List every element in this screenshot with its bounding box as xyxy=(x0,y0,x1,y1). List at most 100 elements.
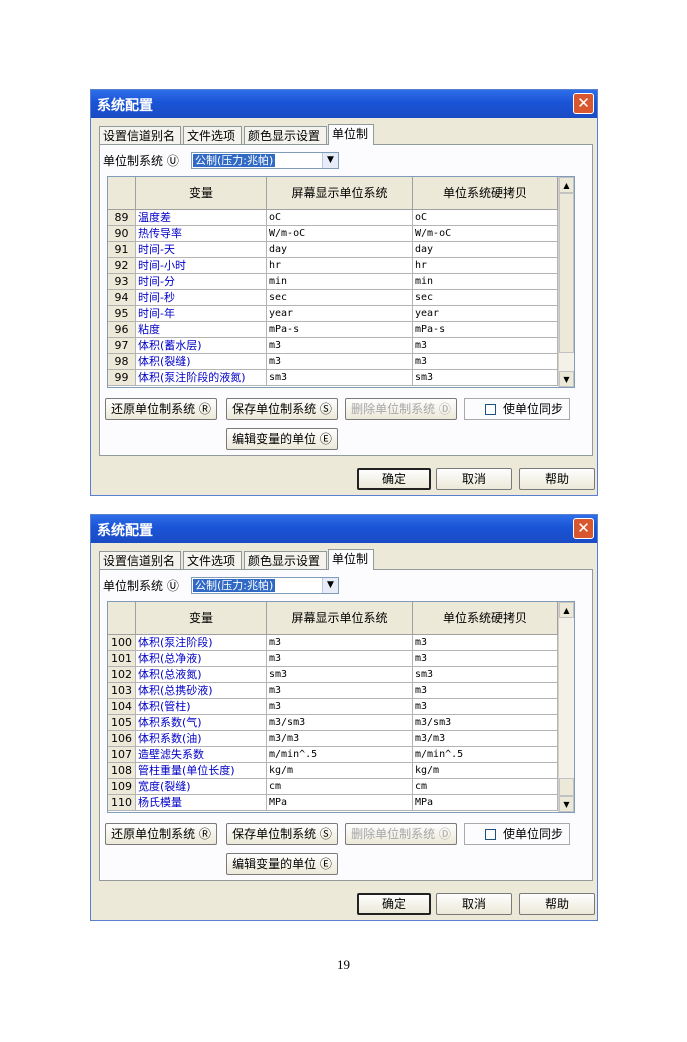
sync-units-label: 使单位同步 xyxy=(503,827,564,841)
screen-unit-cell[interactable]: sec xyxy=(267,290,413,306)
screen-unit-cell[interactable]: m/min^.5 xyxy=(267,747,413,763)
tab-unit-system[interactable]: 单位制 xyxy=(328,124,374,145)
hardcopy-unit-cell[interactable]: mPa-s xyxy=(413,322,558,338)
screen-unit-cell[interactable]: m3 xyxy=(267,651,413,667)
hardcopy-unit-cell[interactable]: day xyxy=(413,242,558,258)
screen-unit-cell[interactable]: m3 xyxy=(267,699,413,715)
help-button[interactable]: 帮助 xyxy=(519,893,595,915)
hardcopy-unit-cell[interactable]: W/m-oC xyxy=(413,226,558,242)
scroll-up-icon[interactable]: ▲ xyxy=(559,177,574,193)
screen-unit-cell[interactable]: min xyxy=(267,274,413,290)
close-icon[interactable]: ✕ xyxy=(573,518,594,539)
row-number: 100 xyxy=(108,635,136,651)
tab-color-display[interactable]: 颜色显示设置 xyxy=(244,551,327,569)
screen-unit-cell[interactable]: sm3 xyxy=(267,667,413,683)
save-unit-system-button[interactable]: 保存单位制系统 Ⓢ xyxy=(226,398,338,420)
vertical-scrollbar[interactable]: ▲ ▼ xyxy=(558,177,574,387)
hardcopy-unit-cell[interactable]: m3 xyxy=(413,683,558,699)
vertical-scrollbar[interactable]: ▲ ▼ xyxy=(558,602,574,812)
screen-unit-cell[interactable]: hr xyxy=(267,258,413,274)
save-unit-system-button[interactable]: 保存单位制系统 Ⓢ xyxy=(226,823,338,845)
screen-unit-cell[interactable]: sm3 xyxy=(267,370,413,386)
hardcopy-unit-cell[interactable]: m3 xyxy=(413,699,558,715)
screen-unit-cell[interactable]: m3 xyxy=(267,354,413,370)
scroll-down-icon[interactable]: ▼ xyxy=(559,371,574,387)
hardcopy-unit-cell[interactable]: m3 xyxy=(413,635,558,651)
unit-system-select[interactable]: 公制(压力:兆帕) ▼ xyxy=(191,152,339,169)
row-number: 98 xyxy=(108,354,136,370)
tab-file-options[interactable]: 文件选项 xyxy=(183,126,242,144)
row-number: 102 xyxy=(108,667,136,683)
scroll-thumb[interactable] xyxy=(559,193,574,353)
help-button[interactable]: 帮助 xyxy=(519,468,595,490)
hardcopy-unit-cell[interactable]: kg/m xyxy=(413,763,558,779)
hardcopy-unit-cell[interactable]: hr xyxy=(413,258,558,274)
restore-unit-system-button[interactable]: 还原单位制系统 Ⓡ xyxy=(105,823,217,845)
screen-unit-cell[interactable]: oC xyxy=(267,210,413,226)
unit-system-select[interactable]: 公制(压力:兆帕) ▼ xyxy=(191,577,339,594)
tab-channel-alias[interactable]: 设置信道别名 xyxy=(99,551,181,569)
hardcopy-unit-header: 单位系统硬拷贝 xyxy=(413,177,558,210)
hardcopy-unit-cell[interactable]: m3 xyxy=(413,354,558,370)
ok-button[interactable]: 确定 xyxy=(357,468,431,490)
variable-cell: 体积系数(油) xyxy=(136,731,267,747)
screen-unit-cell[interactable]: year xyxy=(267,306,413,322)
title-bar[interactable]: 系统配置 ✕ xyxy=(91,90,597,118)
delete-unit-system-button[interactable]: 删除单位制系统 Ⓓ xyxy=(345,398,457,420)
screen-unit-cell[interactable]: m3 xyxy=(267,338,413,354)
edit-variable-units-button[interactable]: 编辑变量的单位 Ⓔ xyxy=(226,428,338,450)
hardcopy-unit-cell[interactable]: sm3 xyxy=(413,667,558,683)
hardcopy-unit-cell[interactable]: sm3 xyxy=(413,370,558,386)
row-number: 110 xyxy=(108,795,136,811)
row-number: 92 xyxy=(108,258,136,274)
tab-file-options[interactable]: 文件选项 xyxy=(183,551,242,569)
screen-unit-cell[interactable]: m3 xyxy=(267,683,413,699)
screen-unit-cell[interactable]: m3 xyxy=(267,635,413,651)
screen-unit-cell[interactable]: MPa xyxy=(267,795,413,811)
sync-units-checkbox[interactable]: 使单位同步 xyxy=(464,823,570,845)
checkbox-icon[interactable] xyxy=(485,829,496,840)
sync-units-checkbox[interactable]: 使单位同步 xyxy=(464,398,570,420)
delete-unit-system-button[interactable]: 删除单位制系统 Ⓓ xyxy=(345,823,457,845)
close-icon[interactable]: ✕ xyxy=(573,93,594,114)
cancel-button[interactable]: 取消 xyxy=(436,468,512,490)
tab-color-display[interactable]: 颜色显示设置 xyxy=(244,126,327,144)
title-bar[interactable]: 系统配置 ✕ xyxy=(91,515,597,543)
unit-system-value: 公制(压力:兆帕) xyxy=(193,579,276,592)
dialog-title: 系统配置 xyxy=(97,98,153,114)
restore-unit-system-button[interactable]: 还原单位制系统 Ⓡ xyxy=(105,398,217,420)
hardcopy-unit-cell[interactable]: year xyxy=(413,306,558,322)
screen-unit-cell[interactable]: m3/m3 xyxy=(267,731,413,747)
ok-button[interactable]: 确定 xyxy=(357,893,431,915)
hardcopy-unit-cell[interactable]: min xyxy=(413,274,558,290)
variable-cell: 管柱重量(单位长度) xyxy=(136,763,267,779)
checkbox-icon[interactable] xyxy=(485,404,496,415)
variable-cell: 时间-小时 xyxy=(136,258,267,274)
hardcopy-unit-cell[interactable]: sec xyxy=(413,290,558,306)
tab-unit-system[interactable]: 单位制 xyxy=(328,549,374,570)
screen-unit-cell[interactable]: day xyxy=(267,242,413,258)
hardcopy-unit-cell[interactable]: m3 xyxy=(413,338,558,354)
screen-unit-cell[interactable]: W/m-oC xyxy=(267,226,413,242)
hardcopy-unit-cell[interactable]: m3/sm3 xyxy=(413,715,558,731)
scroll-thumb[interactable] xyxy=(559,778,574,796)
hardcopy-unit-cell[interactable]: cm xyxy=(413,779,558,795)
screen-unit-cell[interactable]: cm xyxy=(267,779,413,795)
tab-channel-alias[interactable]: 设置信道别名 xyxy=(99,126,181,144)
scroll-up-icon[interactable]: ▲ xyxy=(559,602,574,618)
screen-unit-cell[interactable]: m3/sm3 xyxy=(267,715,413,731)
chevron-down-icon[interactable]: ▼ xyxy=(322,153,338,168)
edit-variable-units-button[interactable]: 编辑变量的单位 Ⓔ xyxy=(226,853,338,875)
hardcopy-unit-cell[interactable]: oC xyxy=(413,210,558,226)
hardcopy-unit-cell[interactable]: MPa xyxy=(413,795,558,811)
cancel-button[interactable]: 取消 xyxy=(436,893,512,915)
row-number-header xyxy=(108,602,136,635)
scroll-down-icon[interactable]: ▼ xyxy=(559,796,574,812)
hardcopy-unit-cell[interactable]: m3 xyxy=(413,651,558,667)
screen-unit-cell[interactable]: kg/m xyxy=(267,763,413,779)
screen-unit-cell[interactable]: mPa-s xyxy=(267,322,413,338)
row-number: 93 xyxy=(108,274,136,290)
hardcopy-unit-cell[interactable]: m/min^.5 xyxy=(413,747,558,763)
chevron-down-icon[interactable]: ▼ xyxy=(322,578,338,593)
hardcopy-unit-cell[interactable]: m3/m3 xyxy=(413,731,558,747)
